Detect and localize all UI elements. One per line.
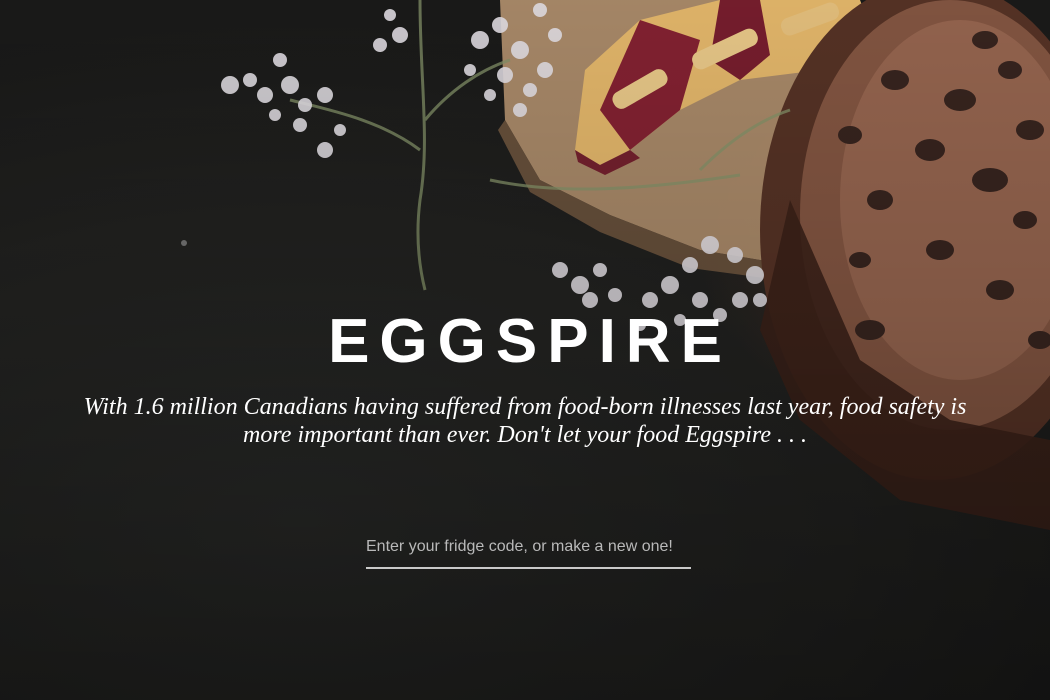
app-title: EGGSPIRE bbox=[328, 307, 732, 376]
hero-section: EGGSPIRE With 1.6 million Canadians havi… bbox=[0, 0, 1050, 700]
tagline: With 1.6 million Canadians having suffer… bbox=[83, 394, 967, 448]
hero-content: EGGSPIRE With 1.6 million Canadians havi… bbox=[0, 305, 1050, 449]
fridge-code-input[interactable] bbox=[366, 527, 691, 569]
